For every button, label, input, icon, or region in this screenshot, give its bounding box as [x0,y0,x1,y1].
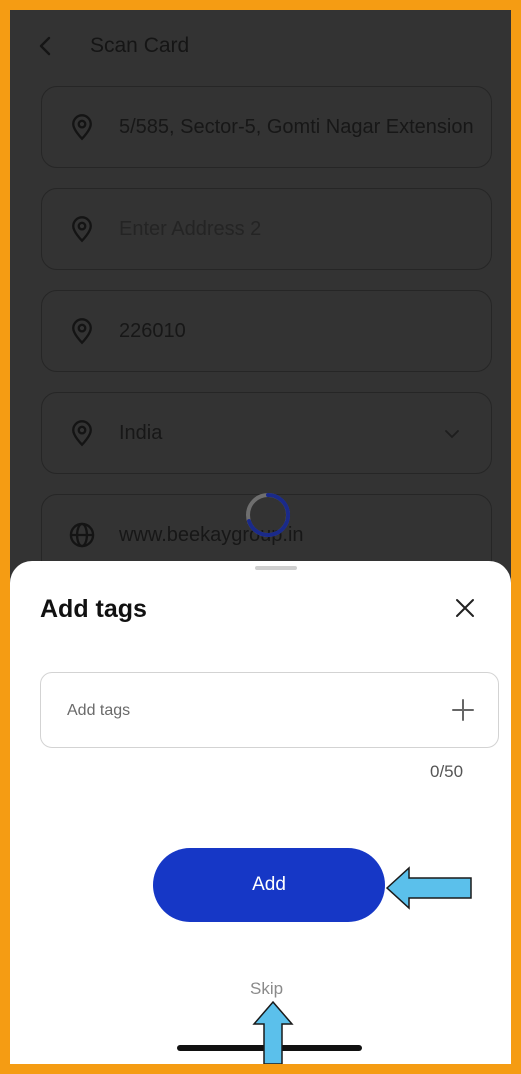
location-pin-icon [72,114,92,141]
plus-icon[interactable] [450,697,476,723]
tags-character-counter: 0/50 [430,762,464,781]
address-line-1-field[interactable]: 5/585, Sector-5, Gomti Nagar Extension [41,86,492,168]
annotation-arrow-left-icon [385,866,472,910]
location-pin-icon [72,420,92,447]
sheet-drag-handle[interactable] [255,566,297,570]
pincode-field[interactable]: 226010 [41,290,492,372]
sheet-title: Add tags [40,595,147,623]
top-bar: Scan Card [10,10,511,80]
address-line-1-value: 5/585, Sector-5, Gomti Nagar Extension [119,116,474,138]
loading-spinner-icon [246,492,291,537]
pincode-value: 226010 [119,320,186,342]
add-tags-sheet: Add tags 0/50 Add Skip [10,561,511,1064]
app-screen: Scan Card 5/585, Sector-5, Gomti Nagar E… [10,10,511,1064]
country-value: India [119,422,163,444]
address-line-2-field[interactable]: Enter Address 2 [41,188,492,270]
tags-input-container [40,672,499,748]
location-pin-icon [72,216,92,243]
close-icon[interactable] [453,596,477,620]
tags-input[interactable] [65,693,429,729]
skip-link[interactable]: Skip [250,979,283,999]
back-arrow-icon[interactable] [34,34,58,58]
add-button[interactable]: Add [153,848,385,922]
annotation-arrow-up-icon [252,1000,294,1064]
globe-icon [69,522,95,548]
country-select[interactable]: India [41,392,492,474]
chevron-down-icon [445,430,459,439]
website-value: www.beekaygroup.in [119,524,304,546]
location-pin-icon [72,318,92,345]
page-title: Scan Card [90,34,190,57]
address-line-2-placeholder: Enter Address 2 [119,218,262,240]
